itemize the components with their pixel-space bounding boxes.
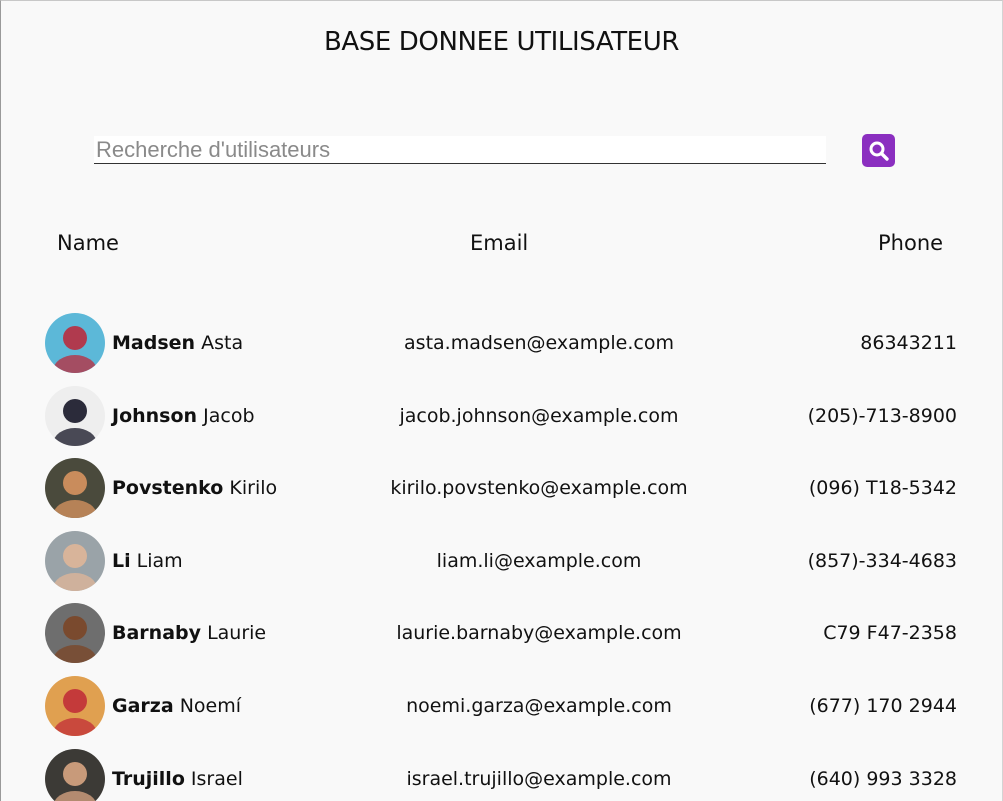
user-email: liam.li@example.com <box>436 549 642 572</box>
user-last-name: Barnaby <box>112 622 202 645</box>
user-phone: (857)-334-4683 <box>807 549 957 572</box>
user-email: laurie.barnaby@example.com <box>396 622 682 645</box>
user-list: Madsen Asta asta.madsen@example.com 8634… <box>1 313 1002 801</box>
user-phone: (640) 993 3328 <box>809 767 957 790</box>
user-name: Barnaby Laurie <box>112 622 266 644</box>
user-email: asta.madsen@example.com <box>404 332 674 354</box>
user-last-name: Madsen <box>112 332 196 354</box>
user-first-name: Noemí <box>179 694 242 717</box>
user-email: noemi.garza@example.com <box>406 694 672 717</box>
user-last-name: Li <box>112 549 131 572</box>
user-row[interactable]: Li Liam liam.li@example.com (857)-334-46… <box>1 530 1002 604</box>
user-first-name: Kirilo <box>229 477 278 500</box>
avatar <box>45 675 105 736</box>
user-name: Garza Noemí <box>112 695 241 717</box>
avatar <box>45 603 105 664</box>
user-row[interactable]: Barnaby Laurie laurie.barnaby@example.co… <box>1 603 1002 676</box>
user-row[interactable]: Johnson Jacob jacob.johnson@example.com … <box>1 385 1002 459</box>
user-phone: (205)-713-8900 <box>807 404 957 427</box>
user-name: Povstenko Kirilo <box>112 477 277 499</box>
user-name: Li Liam <box>112 550 183 572</box>
user-last-name: Garza <box>112 694 174 717</box>
search-input[interactable] <box>94 136 826 164</box>
avatar <box>45 313 105 373</box>
column-header-name[interactable]: Name <box>57 231 119 255</box>
user-phone: 86343211 <box>860 332 957 354</box>
user-name: Johnson Jacob <box>112 405 255 427</box>
user-last-name: Povstenko <box>112 477 224 500</box>
user-last-name: Trujillo <box>112 767 185 790</box>
user-email: kirilo.povstenko@example.com <box>390 477 688 500</box>
user-email: israel.trujillo@example.com <box>406 767 672 790</box>
user-email: jacob.johnson@example.com <box>399 404 679 427</box>
avatar <box>45 748 105 801</box>
search-button[interactable] <box>862 134 895 167</box>
user-name: Madsen Asta <box>112 332 243 354</box>
user-first-name: Laurie <box>207 622 267 645</box>
user-first-name: Jacob <box>203 404 255 427</box>
user-first-name: Asta <box>201 332 244 354</box>
user-phone: (096) T18-5342 <box>808 477 957 500</box>
user-database-page: BASE DONNEE UTILISATEUR Name Email Phone… <box>0 0 1003 801</box>
column-header-phone[interactable]: Phone <box>878 231 943 255</box>
avatar <box>45 530 105 591</box>
avatar <box>45 458 105 519</box>
user-phone: C79 F47-2358 <box>823 622 957 645</box>
page-title: BASE DONNEE UTILISATEUR <box>323 27 680 57</box>
column-header-email[interactable]: Email <box>470 231 528 255</box>
user-row[interactable]: Povstenko Kirilo kirilo.povstenko@exampl… <box>1 458 1002 531</box>
user-row[interactable]: Madsen Asta asta.madsen@example.com 8634… <box>1 313 1002 386</box>
user-name: Trujillo Israel <box>112 768 243 790</box>
user-first-name: Israel <box>190 767 243 790</box>
user-last-name: Johnson <box>112 404 198 427</box>
user-first-name: Liam <box>136 549 183 572</box>
user-phone: (677) 170 2944 <box>809 694 957 717</box>
search-icon <box>869 141 889 161</box>
user-row[interactable]: Garza Noemí noemi.garza@example.com (677… <box>1 675 1002 749</box>
user-row[interactable]: Trujillo Israel israel.trujillo@example.… <box>1 748 1002 801</box>
avatar <box>45 385 105 446</box>
